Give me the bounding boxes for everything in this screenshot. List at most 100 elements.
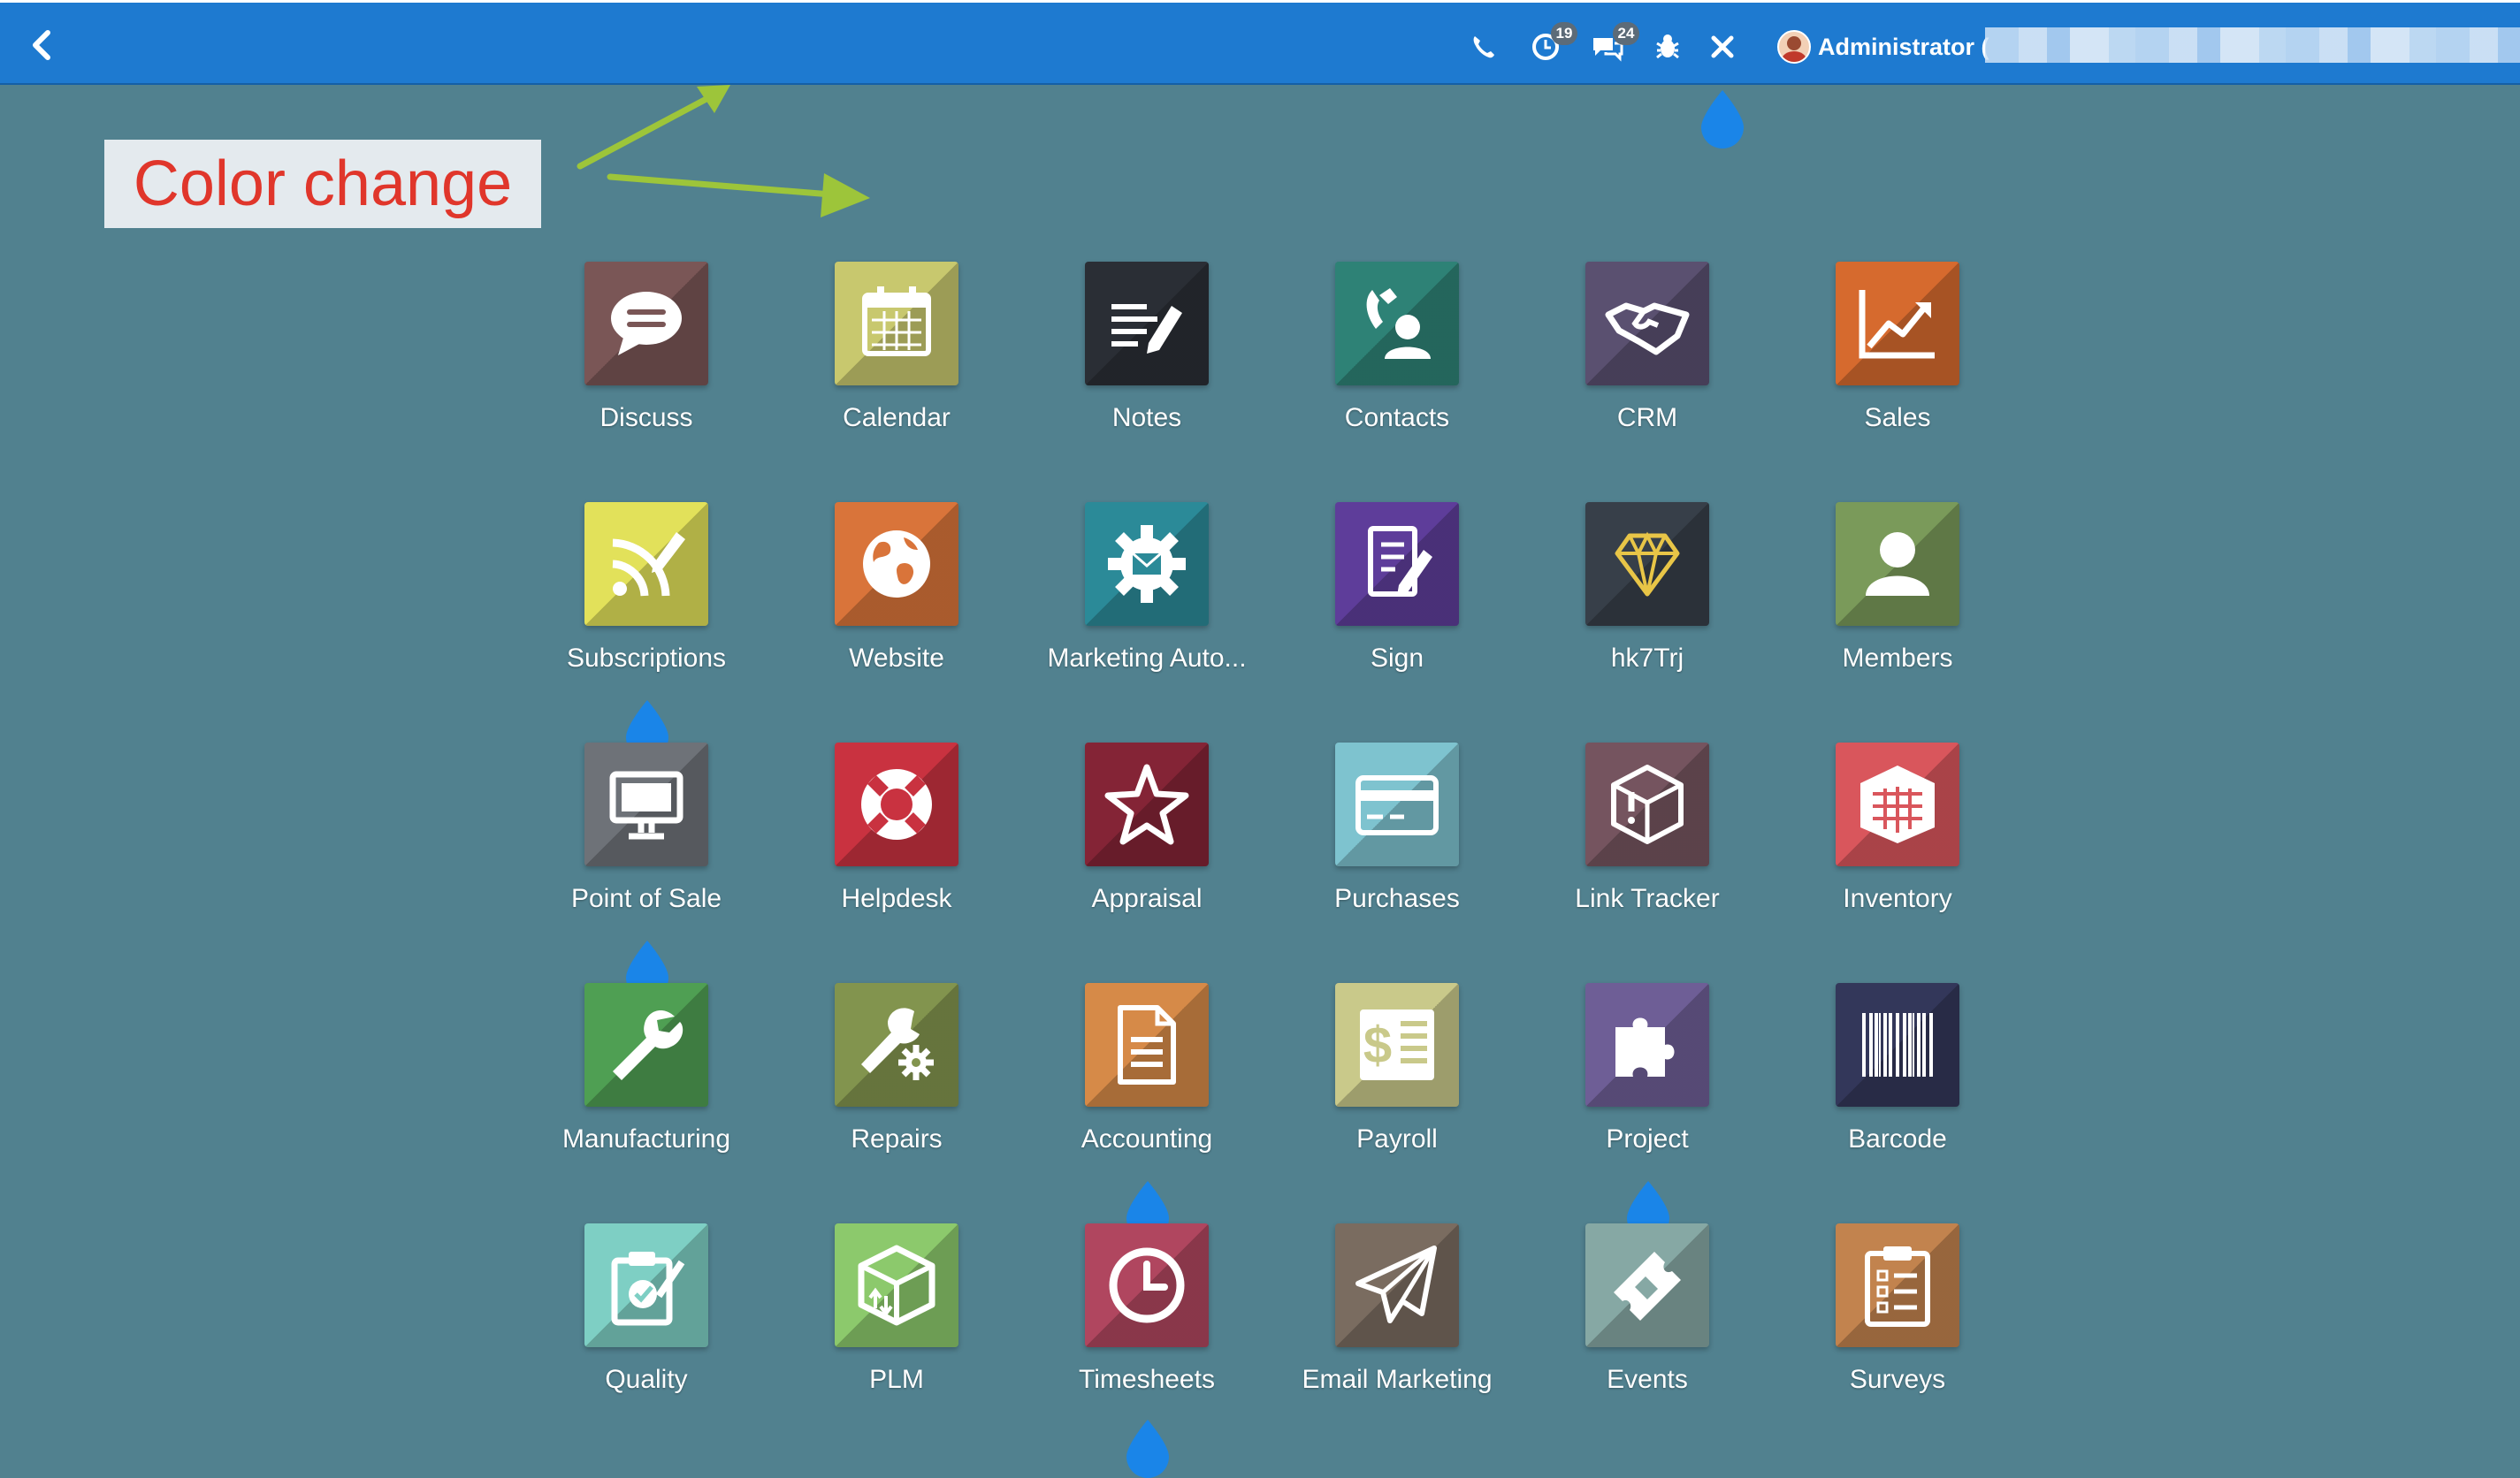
monitor-icon [609, 771, 683, 840]
app-icon-tile [584, 502, 708, 626]
app-tile-project[interactable]: Project [1532, 983, 1762, 1195]
app-tile-hk7trj[interactable]: hk7Trj [1532, 502, 1762, 714]
app-icon-tile [1335, 1223, 1459, 1347]
app-tile-quality[interactable]: Quality [531, 1223, 761, 1436]
app-label: Email Marketing [1302, 1365, 1493, 1394]
back-arrow-icon[interactable] [25, 26, 60, 65]
app-icon-tile [584, 1223, 708, 1347]
app-tile-repairs[interactable]: Repairs [782, 983, 1012, 1195]
package-arrows-icon [858, 1245, 935, 1326]
app-label: Barcode [1848, 1124, 1947, 1154]
app-tile-sign[interactable]: Sign [1282, 502, 1512, 714]
app-tile-purchases[interactable]: Purchases [1282, 743, 1512, 955]
app-tile-subscriptions[interactable]: Subscriptions [531, 502, 761, 714]
document-icon [1118, 1005, 1176, 1085]
app-tile-email-marketing[interactable]: Email Marketing [1282, 1223, 1512, 1436]
app-tile-manufacturing[interactable]: Manufacturing [531, 983, 761, 1195]
app-label: Marketing Auto... [1047, 644, 1247, 673]
clipboard-list-icon [1865, 1246, 1930, 1327]
star-icon [1104, 764, 1189, 845]
app-tile-contacts[interactable]: Contacts [1282, 262, 1512, 474]
app-label: Timesheets [1079, 1365, 1215, 1394]
app-tile-marketing-auto[interactable]: Marketing Auto... [1032, 502, 1262, 714]
app-label: Point of Sale [570, 884, 722, 913]
app-icon-tile [835, 262, 958, 385]
app-tile-members[interactable]: Members [1783, 502, 2012, 714]
app-tile-sales[interactable]: Sales [1783, 262, 2012, 474]
app-tile-accounting[interactable]: Accounting [1032, 983, 1262, 1195]
app-label: Calendar [843, 403, 951, 432]
app-icon-tile [1585, 743, 1709, 866]
app-icon-tile [1836, 1223, 1959, 1347]
chat-bubble-icon [611, 292, 682, 355]
app-label: PLM [869, 1365, 924, 1394]
app-label: Link Tracker [1575, 884, 1720, 913]
barcode-icon [1862, 1013, 1933, 1077]
box-alert-icon [1611, 765, 1684, 844]
app-label: Repairs [851, 1124, 943, 1154]
app-icon-tile [1335, 743, 1459, 866]
app-tile-plm[interactable]: PLM [782, 1223, 1012, 1436]
sign-document-icon [1368, 526, 1432, 597]
app-label: Subscriptions [566, 644, 727, 673]
app-label: Purchases [1334, 884, 1460, 913]
activities-badge: 19 [1551, 22, 1577, 45]
app-tile-link-tracker[interactable]: Link Tracker [1532, 743, 1762, 955]
svg-text:$: $ [1363, 1017, 1392, 1074]
contact-phone-icon [1366, 288, 1431, 359]
app-label: Appraisal [1091, 884, 1203, 913]
app-tile-payroll[interactable]: $ Payroll [1282, 983, 1512, 1195]
app-icon-tile [1335, 502, 1459, 626]
app-label: Accounting [1081, 1124, 1213, 1154]
debug-bug-icon[interactable] [1650, 29, 1685, 65]
app-tile-helpdesk[interactable]: Helpdesk [782, 743, 1012, 955]
app-tile-point-of-sale[interactable]: Point of Sale [531, 743, 761, 955]
app-tile-events[interactable]: Events [1532, 1223, 1762, 1436]
app-icon-tile [1836, 502, 1959, 626]
app-tile-timesheets[interactable]: Timesheets [1032, 1223, 1262, 1436]
member-user-icon [1866, 532, 1929, 596]
paper-plane-icon [1355, 1246, 1437, 1323]
app-icon-tile [1085, 502, 1209, 626]
credit-card-icon [1355, 775, 1439, 835]
top-navbar: 19 24 Administrator ( [0, 0, 2520, 85]
messages-chat-icon[interactable]: 24 [1590, 22, 1639, 65]
app-icon-tile [1085, 1223, 1209, 1347]
app-tile-barcode[interactable]: Barcode [1783, 983, 2012, 1195]
app-icon-tile [1585, 983, 1709, 1107]
app-icon-tile [1085, 983, 1209, 1107]
app-icon-tile [835, 502, 958, 626]
rss-pencil-icon [612, 532, 685, 597]
user-menu[interactable]: Administrator ( [1777, 29, 1989, 65]
app-tile-website[interactable]: Website [782, 502, 1012, 714]
app-tile-inventory[interactable]: Inventory [1783, 743, 2012, 955]
app-icon-tile [584, 262, 708, 385]
tools-close-icon[interactable] [1705, 29, 1740, 65]
phone-icon[interactable] [1466, 29, 1501, 65]
app-tile-appraisal[interactable]: Appraisal [1032, 743, 1262, 955]
app-icon-tile [584, 743, 708, 866]
app-tile-notes[interactable]: Notes [1032, 262, 1262, 474]
app-label: Quality [605, 1365, 688, 1394]
globe-icon [863, 530, 930, 598]
app-label: Manufacturing [561, 1124, 731, 1154]
warehouse-icon [1860, 766, 1935, 843]
app-tile-surveys[interactable]: Surveys [1783, 1223, 2012, 1436]
notes-pencil-icon [1111, 304, 1182, 354]
app-tile-crm[interactable]: CRM [1532, 262, 1762, 474]
app-tile-discuss[interactable]: Discuss [531, 262, 761, 474]
app-icon-tile [1836, 743, 1959, 866]
app-icon-tile [584, 983, 708, 1107]
app-icon-tile [835, 743, 958, 866]
gear-mail-icon [1108, 525, 1186, 603]
app-label: Events [1607, 1365, 1688, 1394]
puzzle-icon [1615, 1017, 1675, 1077]
app-tile-calendar[interactable]: Calendar [782, 262, 1012, 474]
activities-clock-icon[interactable]: 19 [1528, 22, 1577, 65]
user-name: Administrator ( [1818, 33, 1989, 60]
app-icon-tile [1085, 743, 1209, 866]
app-label: Project [1606, 1124, 1689, 1154]
app-label: Sales [1864, 403, 1931, 432]
avatar [1777, 30, 1811, 64]
quality-check-icon [611, 1252, 685, 1326]
